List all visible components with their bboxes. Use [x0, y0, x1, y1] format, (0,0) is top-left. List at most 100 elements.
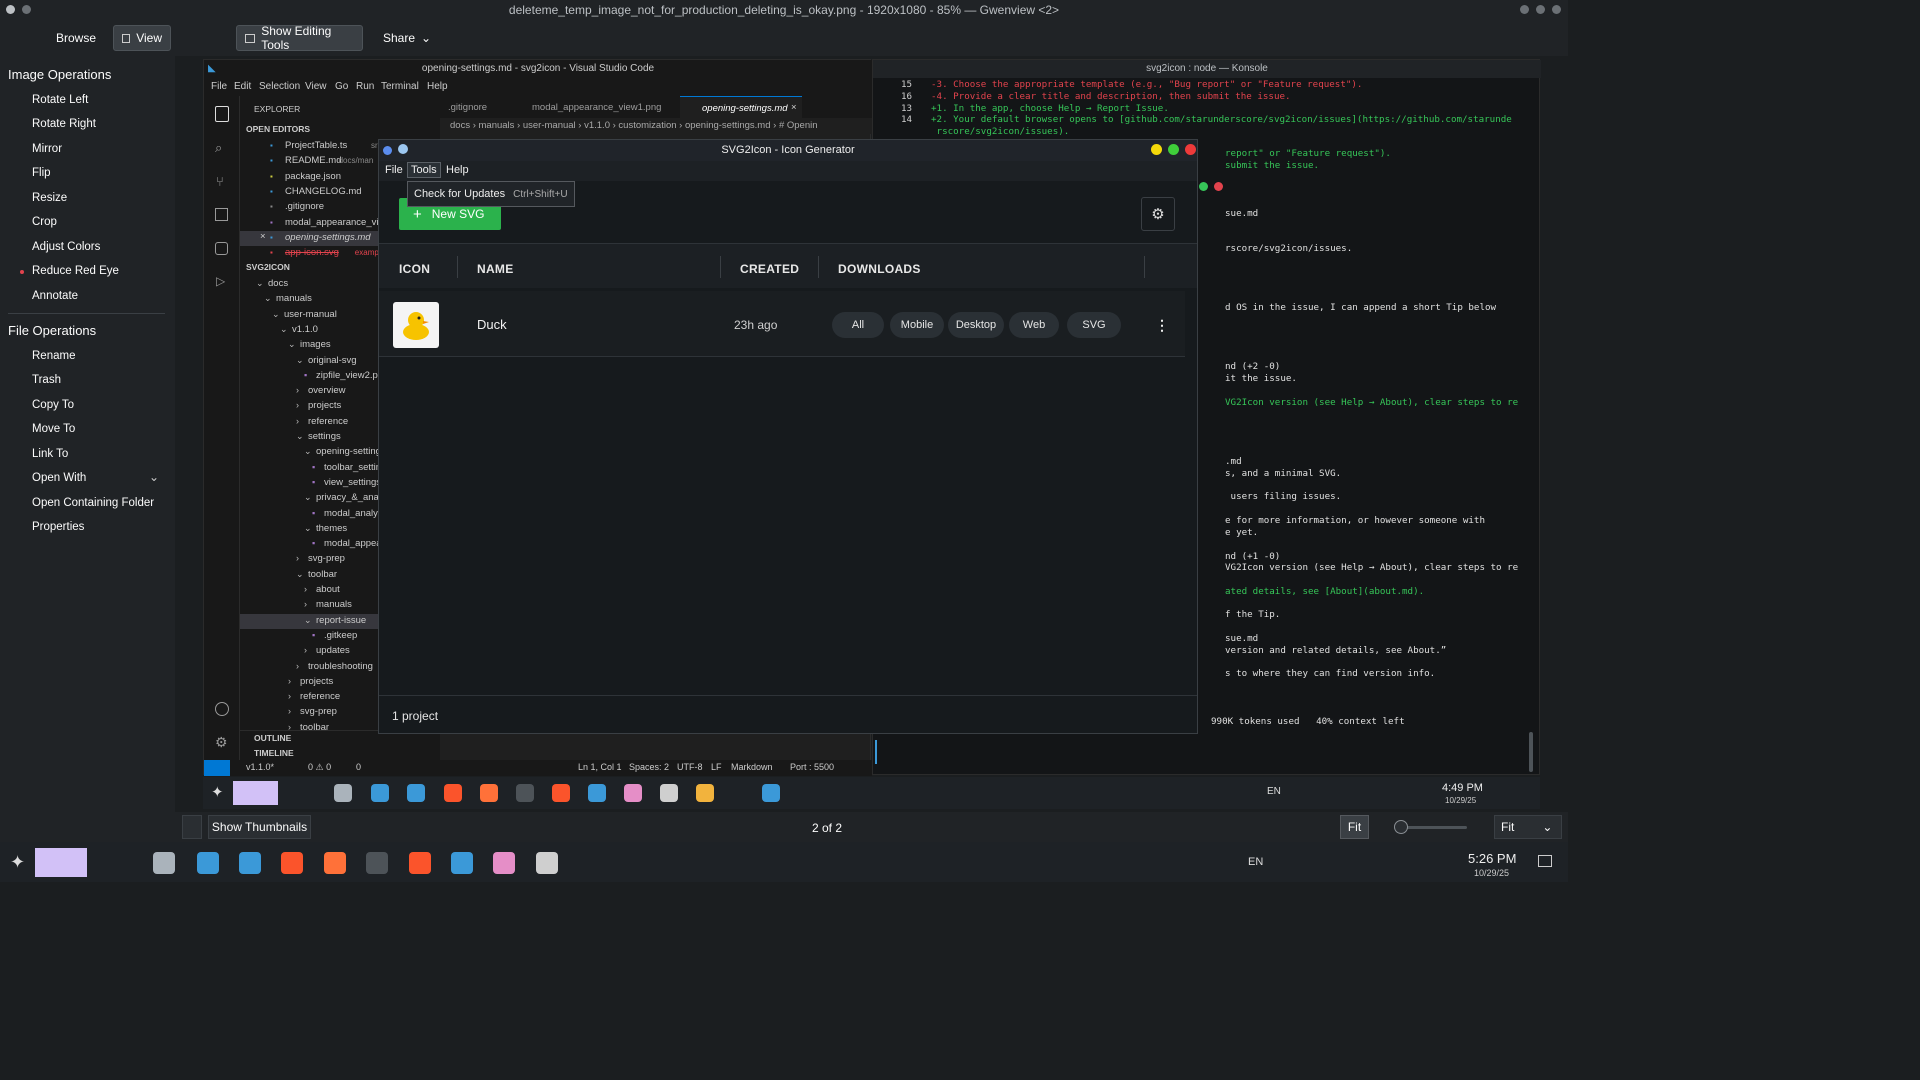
system-settings-icon[interactable]: [331, 781, 355, 805]
crop-item[interactable]: Crop: [32, 216, 57, 228]
system-settings-icon[interactable]: [150, 849, 178, 877]
open-editors-header[interactable]: OPEN EDITORS: [246, 124, 310, 134]
copy-to-item[interactable]: Copy To: [32, 399, 74, 411]
breadcrumb-text[interactable]: docs › manuals › user-manual › v1.1.0 › …: [450, 120, 818, 131]
more-options-icon[interactable]: ⋮: [1155, 317, 1169, 334]
fit-button[interactable]: Fit: [1340, 815, 1369, 839]
menu-tools[interactable]: Tools: [407, 162, 441, 178]
source-control-icon[interactable]: ⑂: [216, 174, 224, 189]
app-icon[interactable]: [490, 849, 518, 877]
close-button[interactable]: [1185, 144, 1196, 155]
vs-menu-file[interactable]: File: [211, 81, 227, 92]
minimize-button[interactable]: [1151, 144, 1162, 155]
mirror-item[interactable]: Mirror: [32, 143, 62, 155]
show-desktop-icon[interactable]: [1538, 855, 1552, 867]
flip-item[interactable]: Flip: [32, 167, 51, 179]
zoom-select[interactable]: Fit ⌄: [1494, 815, 1562, 839]
zoom-slider-handle[interactable]: [1394, 820, 1408, 834]
browse-button[interactable]: Browse: [48, 25, 108, 51]
timeline-header[interactable]: TIMELINE: [254, 748, 294, 758]
live-server-status[interactable]: Port : 5500: [790, 762, 834, 772]
maximize-button[interactable]: [1536, 5, 1545, 14]
resize-item[interactable]: Resize: [32, 192, 67, 204]
brave-icon[interactable]: [441, 781, 465, 805]
notes-icon[interactable]: [693, 781, 717, 805]
launcher-icon[interactable]: ✦: [10, 852, 25, 873]
thumbnail-toggle-icon[interactable]: [182, 815, 202, 839]
search-icon[interactable]: ⌕: [215, 140, 222, 156]
tab-gitignore[interactable]: .gitignore: [448, 102, 487, 113]
link-to-item[interactable]: Link To: [32, 448, 68, 460]
vscode-icon[interactable]: [585, 781, 609, 805]
network-icon[interactable]: [759, 781, 783, 805]
app-icon[interactable]: [621, 781, 645, 805]
share-button[interactable]: Share ⌄: [375, 25, 445, 51]
vs-menu-run[interactable]: Run: [356, 81, 374, 92]
vscode-icon[interactable]: [448, 849, 476, 877]
tab-modal-appearance[interactable]: modal_appearance_view1.png: [532, 102, 661, 113]
encoding-status[interactable]: UTF-8: [677, 762, 703, 772]
download-web-chip[interactable]: Web: [1009, 312, 1059, 338]
inner-keyboard-layout[interactable]: EN: [1267, 786, 1281, 797]
brave-alt-icon[interactable]: [406, 849, 434, 877]
app-menu-icon[interactable]: [6, 5, 15, 14]
scrollbar[interactable]: [1529, 732, 1533, 772]
run-debug-icon[interactable]: ▷: [216, 274, 225, 288]
inner-clock-time[interactable]: 4:49 PM: [1442, 782, 1483, 794]
explorer-icon[interactable]: [215, 106, 229, 122]
branch-status[interactable]: v1.1.0*: [246, 762, 274, 772]
remote-explorer-icon[interactable]: [215, 242, 228, 255]
vs-menu-view[interactable]: View: [305, 81, 327, 92]
download-all-chip[interactable]: All: [832, 312, 884, 338]
firefox-icon[interactable]: [477, 781, 501, 805]
gear-icon[interactable]: ⚙: [1141, 197, 1175, 231]
move-to-item[interactable]: Move To: [32, 423, 75, 435]
tab-opening-settings[interactable]: opening-settings.md ×: [680, 96, 802, 118]
close-icon[interactable]: ×: [791, 102, 797, 113]
gear-icon[interactable]: ⚙: [215, 734, 228, 751]
dolphin-icon[interactable]: [236, 849, 264, 877]
menu-help[interactable]: Help: [446, 164, 469, 176]
remote-indicator[interactable]: [204, 760, 230, 776]
adjust-colors-item[interactable]: Adjust Colors: [32, 241, 100, 253]
close-button[interactable]: [1214, 182, 1223, 191]
ports-status[interactable]: 0: [356, 762, 361, 772]
maximize-button[interactable]: [1168, 144, 1179, 155]
pin-icon[interactable]: [398, 144, 408, 154]
pin-icon[interactable]: [22, 5, 31, 14]
download-desktop-chip[interactable]: Desktop: [948, 312, 1004, 338]
extensions-icon[interactable]: [215, 208, 228, 221]
konsole-icon[interactable]: [513, 781, 537, 805]
close-icon[interactable]: ×: [260, 231, 266, 242]
firefox-icon[interactable]: [321, 849, 349, 877]
vs-menu-edit[interactable]: Edit: [234, 81, 251, 92]
download-mobile-chip[interactable]: Mobile: [890, 312, 944, 338]
annotate-item[interactable]: Annotate: [32, 290, 78, 302]
eol-status[interactable]: LF: [711, 762, 722, 772]
open-with-item[interactable]: Open With: [32, 472, 86, 484]
open-containing-folder-item[interactable]: Open Containing Folder: [32, 497, 154, 509]
download-svg-chip[interactable]: SVG: [1067, 312, 1121, 338]
pager-workspace[interactable]: [35, 848, 87, 877]
show-editing-tools-button[interactable]: Show Editing Tools: [236, 24, 363, 52]
discover-icon[interactable]: [194, 849, 222, 877]
launcher-icon[interactable]: ✦: [211, 783, 224, 801]
reduce-red-eye-item[interactable]: Reduce Red Eye: [32, 265, 119, 277]
dolphin-icon[interactable]: [404, 781, 428, 805]
chevron-down-icon[interactable]: ⌄: [149, 470, 159, 484]
show-thumbnails-button[interactable]: Show Thumbnails: [208, 815, 311, 839]
brave-icon[interactable]: [278, 849, 306, 877]
brave-alt-icon[interactable]: [549, 781, 573, 805]
rotate-left-item[interactable]: Rotate Left: [32, 94, 88, 106]
header-created[interactable]: CREATED: [740, 262, 799, 276]
discover-icon[interactable]: [368, 781, 392, 805]
language-status[interactable]: Markdown: [731, 762, 773, 772]
check-for-updates-item[interactable]: Check for Updates: [414, 188, 505, 200]
vs-menu-go[interactable]: Go: [335, 81, 348, 92]
cursor-position[interactable]: Ln 1, Col 1: [578, 762, 622, 772]
rename-item[interactable]: Rename: [32, 350, 75, 362]
vs-menu-selection[interactable]: Selection: [259, 81, 300, 92]
close-button[interactable]: [1552, 5, 1561, 14]
account-icon[interactable]: [215, 702, 229, 716]
indent-status[interactable]: Spaces: 2: [629, 762, 669, 772]
